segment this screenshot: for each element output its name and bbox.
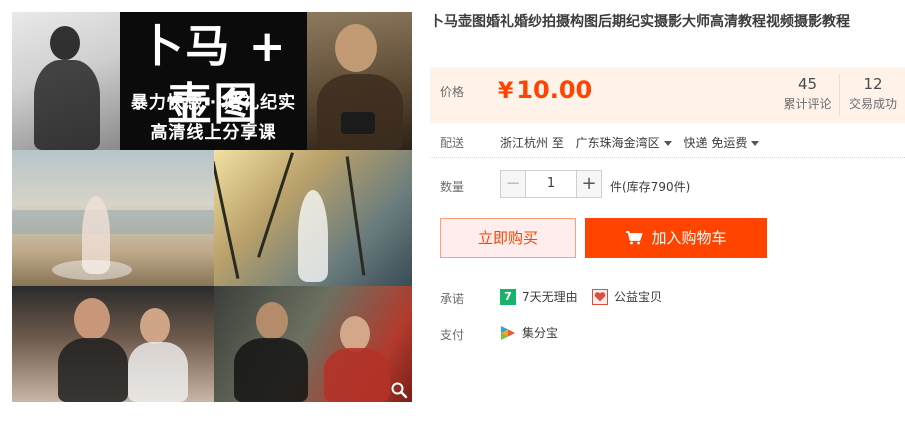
quantity-stepper[interactable]: − 1 + [500, 170, 602, 198]
banner-tagline: 高清线上分享课 [150, 123, 277, 143]
charity-promise[interactable]: 公益宝贝 [592, 288, 662, 305]
delivery-label: 配送 [440, 136, 465, 150]
delivery-info: 浙江杭州 至 广东珠海金湾区 快递 免运费 [500, 134, 767, 151]
sales-stat: 12 交易成功 [842, 74, 904, 116]
chevron-down-icon [751, 141, 760, 146]
delivery-destination-select[interactable]: 广东珠海金湾区 [576, 136, 672, 150]
charity-label: 公益宝贝 [614, 290, 663, 304]
product-image-gallery[interactable]: 卜马 + 壶图 暴力快感 · 婚礼纪实 高清线上分享课 [12, 12, 412, 402]
add-to-cart-button[interactable]: 加入购物车 [585, 218, 767, 258]
seven-day-return-label: 7天无理由 [522, 290, 578, 304]
photo-photographer-portrait [307, 12, 412, 150]
payment-label-text: 集分宝 [522, 326, 559, 340]
seven-day-return-icon: 7 [500, 288, 516, 305]
sales-count: 12 [863, 75, 883, 93]
chevron-down-icon [663, 141, 672, 146]
increase-quantity-button[interactable]: + [576, 170, 602, 198]
reviews-stat[interactable]: 45 累计评论 [776, 74, 840, 116]
photo-bride-lake [214, 150, 412, 286]
product-title: 卜马壶图婚礼婚纱拍摄构图后期纪实摄影大师高清教程视频摄影教程 [430, 14, 850, 30]
photo-photographer [12, 12, 120, 150]
quantity-label: 数量 [440, 180, 465, 194]
divider [430, 157, 905, 158]
delivery-destination: 广东珠海金湾区 [575, 136, 660, 150]
price-panel: 价格 ¥10.00 45 累计评论 12 交易成功 [430, 67, 905, 123]
add-to-cart-label: 加入购物车 [651, 229, 727, 247]
sales-caption: 交易成功 [848, 97, 897, 111]
quantity-input[interactable]: 1 [526, 170, 576, 198]
photo-bride-car [214, 286, 412, 402]
course-banner: 卜马 + 壶图 暴力快感 · 婚礼纪实 高清线上分享课 [120, 12, 307, 150]
promise-label: 承诺 [440, 292, 465, 306]
photo-wedding-guests [12, 286, 214, 402]
price-amount: 10.00 [516, 76, 593, 104]
price-value: ¥10.00 [498, 76, 592, 104]
banner-title: 卜马 + 壶图 [139, 21, 288, 130]
jifenbao-icon [501, 325, 515, 340]
delivery-method: 快递 免运费 [683, 136, 748, 150]
delivery-method-select[interactable]: 快递 免运费 [684, 136, 760, 150]
decrease-quantity-button[interactable]: − [500, 170, 526, 198]
reviews-count: 45 [797, 75, 818, 93]
seven-day-return-promise[interactable]: 7 7天无理由 [500, 288, 578, 305]
buy-now-button[interactable]: 立即购买 [440, 218, 576, 258]
stock-info: 件(库存790件) [610, 180, 691, 194]
payment-label: 支付 [440, 328, 465, 342]
currency-symbol: ¥ [498, 79, 514, 104]
banner-subtitle: 暴力快感 · 婚礼纪实 [130, 93, 297, 113]
shopping-cart-icon [626, 231, 643, 245]
price-label: 价格 [440, 85, 465, 99]
payment-method[interactable]: 集分宝 [500, 324, 558, 341]
photo-bride-beach [12, 150, 214, 286]
reviews-caption: 累计评论 [783, 97, 832, 111]
charity-heart-icon [592, 288, 608, 305]
magnifier-icon[interactable] [390, 381, 408, 399]
delivery-from: 浙江杭州 至 [500, 136, 564, 150]
